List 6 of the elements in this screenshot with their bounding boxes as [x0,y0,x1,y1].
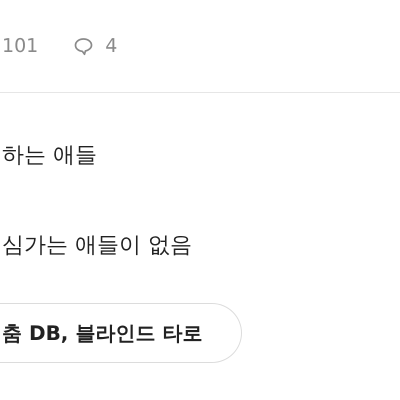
post-text: 하는 애들 [2,143,98,169]
like-count: 101 [2,35,38,57]
post-text: 심가는 애들이 없음 [2,233,193,259]
comment-count: 4 [105,35,118,57]
comment-icon[interactable] [74,36,94,56]
tag-chip[interactable]: 춤 DB, 블라인드 타로 [0,303,242,363]
